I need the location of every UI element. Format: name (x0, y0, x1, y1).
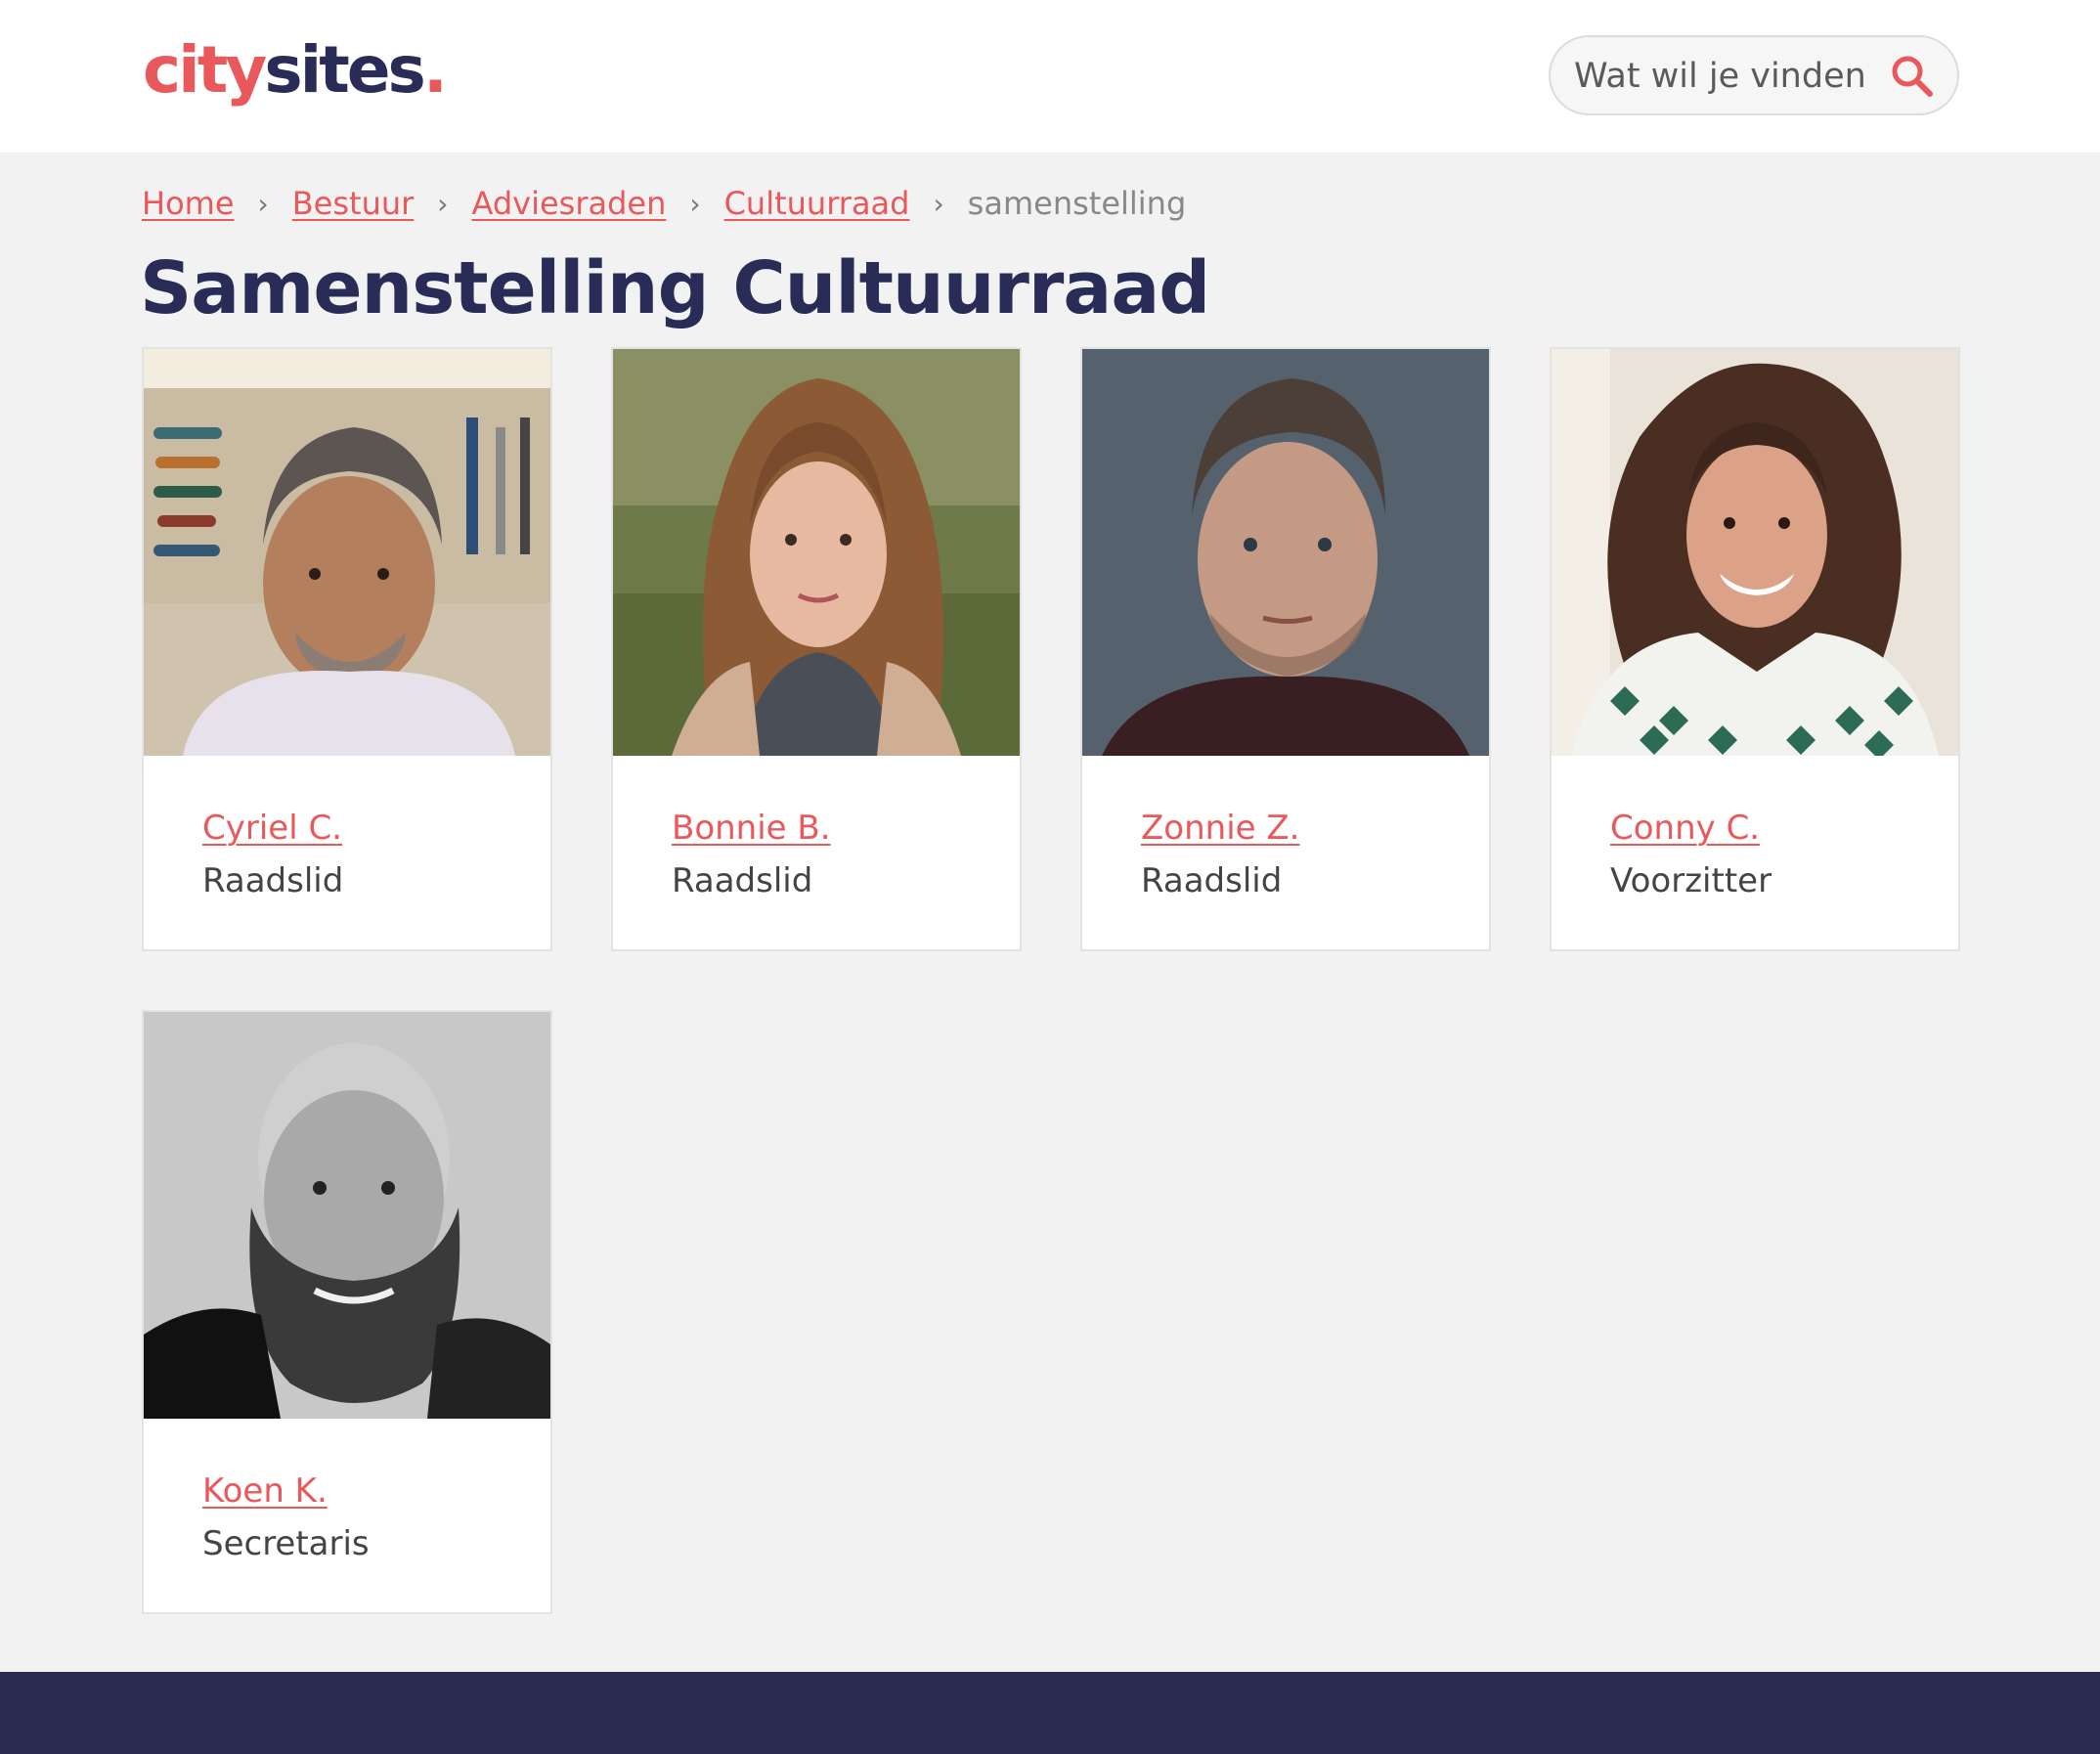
breadcrumb-separator: › (257, 187, 269, 220)
member-photo[interactable] (1082, 349, 1489, 756)
member-name-link[interactable]: Bonnie B. (672, 809, 831, 848)
member-role: Raadslid (1141, 861, 1283, 900)
member-card: Cyriel C. Raadslid (142, 347, 552, 951)
breadcrumb-separator: › (437, 187, 449, 220)
logo-city-text: city (143, 32, 267, 108)
member-card: Koen K. Secretaris (142, 1010, 552, 1614)
member-photo[interactable] (144, 349, 550, 756)
member-role: Raadslid (202, 861, 344, 900)
site-header: citysites. (0, 0, 2100, 153)
breadcrumb-bestuur[interactable]: Bestuur (292, 185, 415, 222)
citysites-logo[interactable]: citysites. (143, 31, 448, 110)
member-card: Conny C. Voorzitter (1550, 347, 1960, 951)
member-name-link[interactable]: Zonnie Z. (1141, 809, 1299, 848)
member-name-link[interactable]: Koen K. (202, 1471, 328, 1511)
member-role: Raadslid (672, 861, 813, 900)
search-icon[interactable] (1887, 51, 1938, 102)
member-role: Secretaris (202, 1524, 370, 1563)
logo-sites-text: sites (264, 32, 426, 108)
breadcrumb-adviesraden[interactable]: Adviesraden (471, 185, 666, 222)
search-input[interactable] (1574, 51, 1867, 102)
member-card: Zonnie Z. Raadslid (1080, 347, 1491, 951)
member-name-link[interactable]: Cyriel C. (202, 809, 342, 848)
member-card: Bonnie B. Raadslid (611, 347, 1022, 951)
member-photo[interactable] (1552, 349, 1958, 756)
member-photo[interactable] (144, 1012, 550, 1419)
search-box (1549, 35, 1959, 115)
member-role: Voorzitter (1610, 861, 1772, 900)
breadcrumb-separator: › (933, 187, 944, 220)
breadcrumb-cultuurraad[interactable]: Cultuurraad (724, 185, 910, 222)
breadcrumb-current: samenstelling (967, 185, 1187, 222)
site-footer (0, 1672, 2100, 1754)
member-name-link[interactable]: Conny C. (1610, 809, 1760, 848)
page-title: Samenstelling Cultuurraad (140, 246, 1210, 330)
breadcrumb-home[interactable]: Home (142, 185, 235, 222)
member-photo[interactable] (613, 349, 1020, 756)
breadcrumb-separator: › (689, 187, 701, 220)
breadcrumb: Home › Bestuur › Adviesraden › Cultuurra… (142, 182, 1186, 225)
logo-dot: . (422, 32, 448, 108)
